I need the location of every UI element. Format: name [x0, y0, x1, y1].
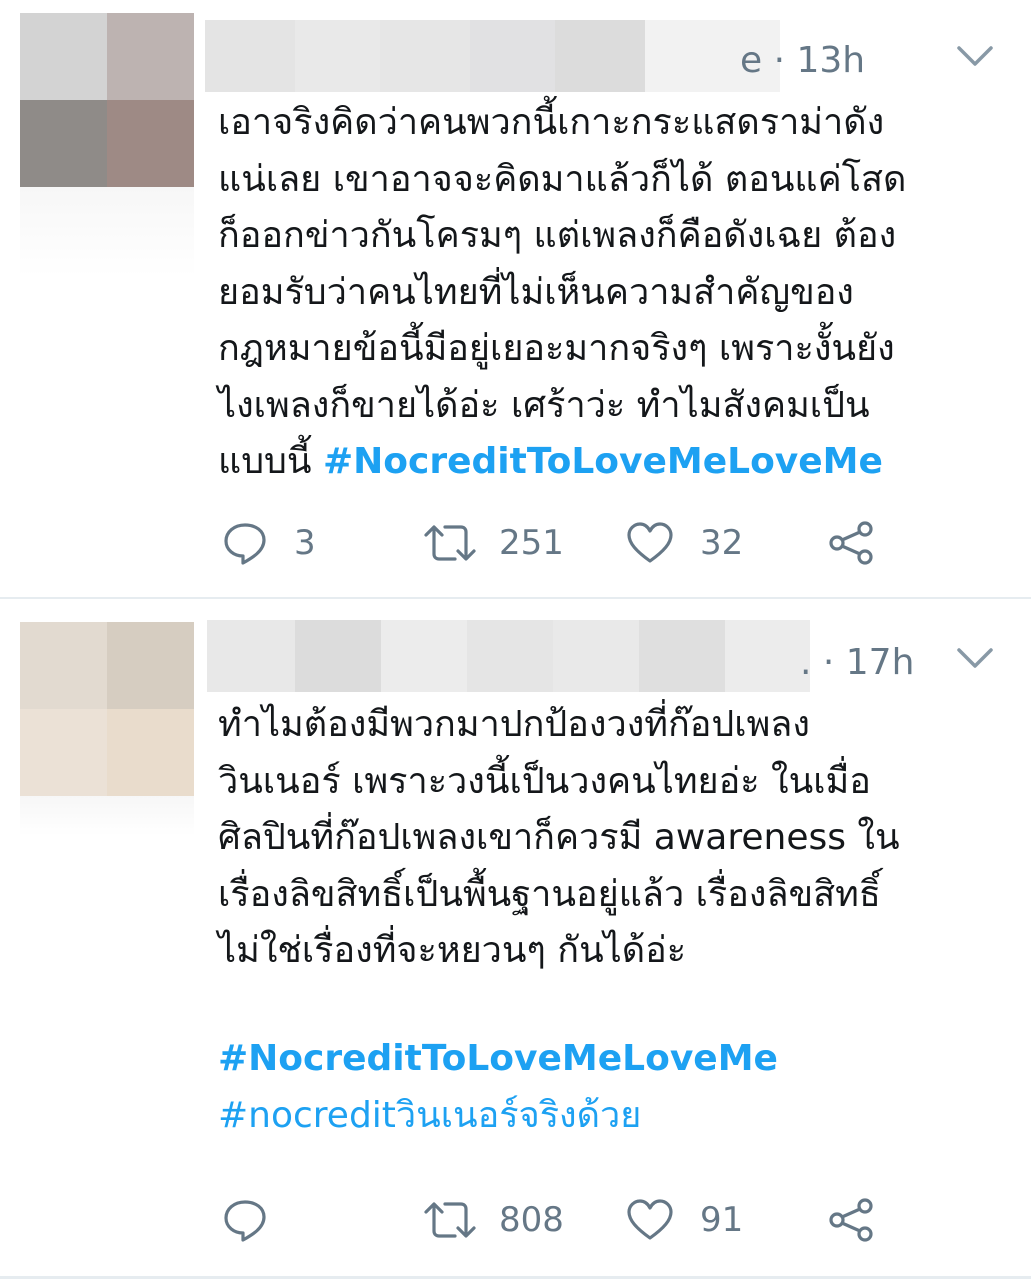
like-button[interactable]: 32: [626, 513, 743, 573]
user-name-blurred[interactable]: [207, 620, 810, 692]
hashtag-link[interactable]: #nocreditวินเนอร์จริงด้วย: [218, 1088, 1008, 1145]
tweet-time[interactable]: e · 13h: [740, 40, 865, 81]
reply-button[interactable]: [222, 1190, 294, 1250]
retweet-count: 808: [499, 1200, 564, 1240]
reply-count: 3: [294, 523, 316, 563]
tweet-text-line: ยอมรับว่าคนไทยที่ไม่เห็นความสำคัญของ: [218, 271, 854, 313]
share-button[interactable]: [828, 513, 876, 573]
share-button[interactable]: [828, 1190, 876, 1250]
tweet-text-line: เรื่องลิขสิทธิ์เป็นพื้นฐานอยู่แล้ว เรื่อ…: [218, 873, 881, 915]
heart-icon: [627, 522, 673, 563]
retweet-button[interactable]: 808: [423, 1190, 564, 1250]
chevron-down-icon[interactable]: [955, 644, 995, 674]
tweet-text-line: กฎหมายข้อนี้มีอยู่เยอะมากจริงๆ เพราะงั้น…: [218, 328, 895, 369]
tweet-actions: 3 251 32: [218, 513, 918, 573]
avatar-shadow: [20, 187, 194, 277]
hashtag-link[interactable]: #NocreditToLoveMeLoveMe: [218, 1031, 1008, 1088]
share-icon: [829, 521, 873, 565]
tweet-text-segment: แบบนี้: [218, 441, 323, 482]
tweet-text-line: แน่เลย เขาอาจจะคิดมาแล้วก็ได้ ตอนแค่โสด: [218, 158, 907, 200]
share-icon: [829, 1198, 873, 1242]
tweet-text-line: วินเนอร์ เพราะวงนี้เป็นวงคนไทยอ่ะ ในเมื่…: [218, 760, 871, 802]
tweet-text-line: ไม่ใช่เรื่องที่จะหยวนๆ กันได้อ่ะ: [218, 930, 687, 971]
retweet-button[interactable]: 251: [423, 513, 564, 573]
chevron-down-icon[interactable]: [955, 42, 995, 72]
tweet-text-line: แบบนี้ #NocreditToLoveMeLoveMe: [218, 434, 1008, 491]
tweet-text: ทำไมต้องมีพวกมาปกป้องวงที่ก๊อปเพลง วินเน…: [218, 697, 1008, 980]
tweet-text-line: เอาจริงคิดว่าคนพวกนี้เกาะกระแสดราม่าดัง: [218, 102, 885, 143]
tweet-text-line: ทำไมต้องมีพวกมาปกป้องวงที่ก๊อปเพลง: [218, 704, 810, 745]
tweet-text-line: ศิลปินที่ก๊อปเพลงเขาก็ควรมี awareness ใน: [218, 817, 900, 858]
like-button[interactable]: 91: [626, 1190, 743, 1250]
avatar[interactable]: [20, 622, 194, 796]
retweet-count: 251: [499, 523, 564, 563]
tweet-time[interactable]: . · 17h: [800, 642, 914, 683]
tweet[interactable]: e · 13h เอาจริงคิดว่าคนพวกนี้เกาะกระแสดร…: [0, 0, 1031, 598]
tweet-actions: 808 91: [218, 1190, 918, 1250]
reply-icon: [224, 523, 266, 565]
tweet[interactable]: . · 17h ทำไมต้องมีพวกมาปกป้องวงที่ก๊อปเพ…: [0, 600, 1031, 1279]
hashtag-link[interactable]: #NocreditToLoveMeLoveMe: [323, 441, 883, 482]
avatar-shadow: [20, 796, 194, 836]
tweet-text-line: ก็ออกข่าวกันโครมๆ แต่เพลงก็คือดังเฉย ต้อ…: [218, 215, 897, 256]
like-count: 32: [700, 523, 744, 563]
tweet-divider: [0, 597, 1031, 599]
avatar[interactable]: [20, 13, 194, 187]
tweet-text: เอาจริงคิดว่าคนพวกนี้เกาะกระแสดราม่าดัง …: [218, 95, 1008, 491]
like-count: 91: [700, 1200, 744, 1240]
retweet-icon: [424, 1202, 476, 1238]
tweet-hashtags: #NocreditToLoveMeLoveMe #nocreditวินเนอร…: [218, 1031, 1008, 1144]
reply-button[interactable]: 3: [222, 513, 316, 573]
reply-icon: [224, 1200, 266, 1242]
user-name-blurred[interactable]: [205, 20, 780, 92]
heart-icon: [627, 1199, 673, 1240]
retweet-icon: [424, 525, 476, 561]
tweet-text-line: ไงเพลงก็ขายได้อ่ะ เศร้าว่ะ ทำไมสังคมเป็น: [218, 384, 870, 426]
